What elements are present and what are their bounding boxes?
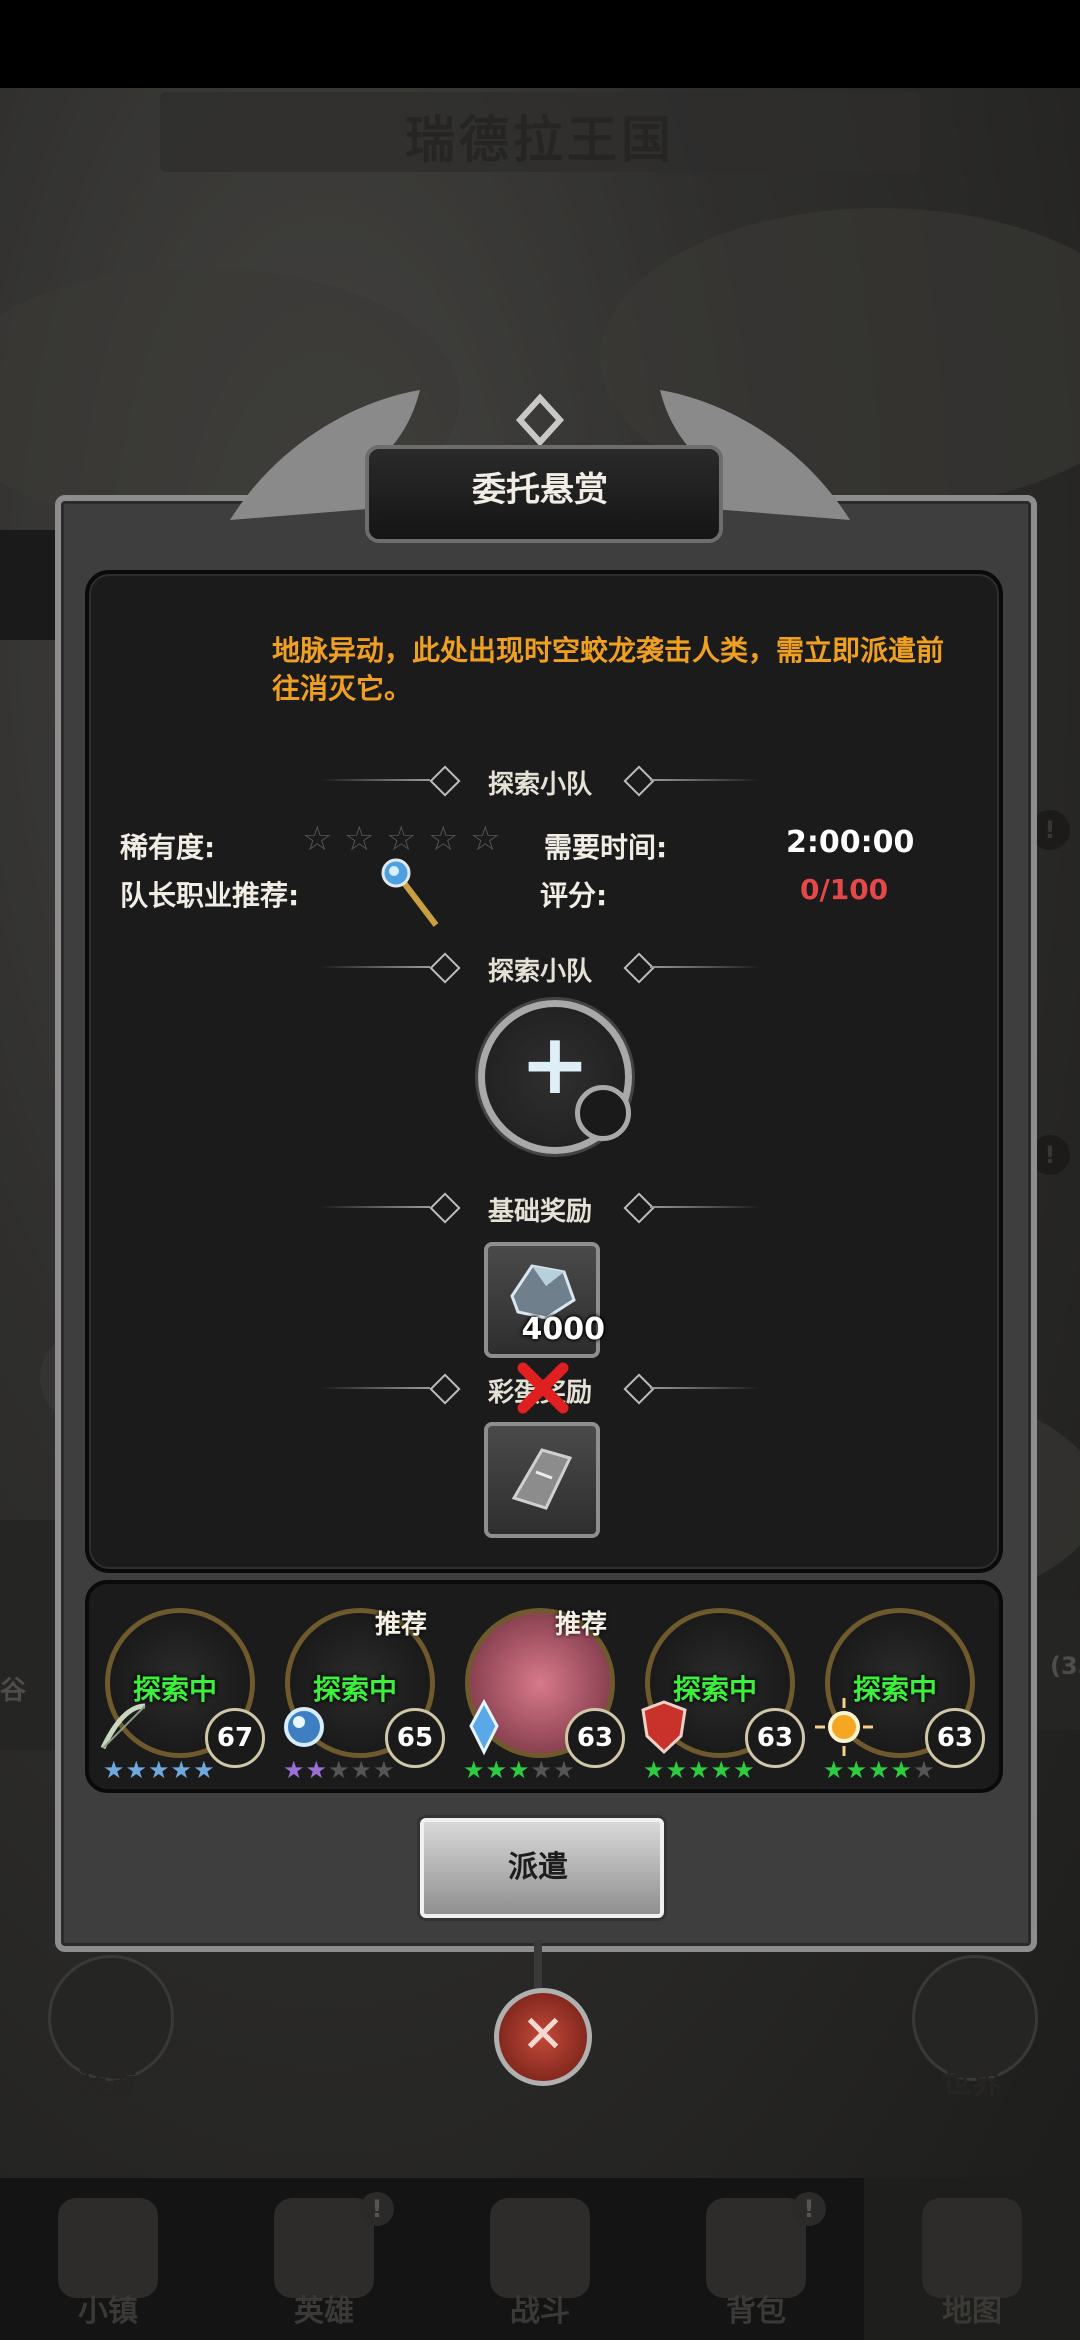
alert-badge: ! xyxy=(792,2192,826,2226)
star-icon: ☆ xyxy=(344,819,375,859)
time-value: 2:00:00 xyxy=(786,825,915,860)
hero-stars: ★★★★★ xyxy=(283,1756,396,1784)
bonus-reward-item[interactable] xyxy=(484,1422,600,1538)
dialog-title: 委托悬赏 xyxy=(472,470,608,510)
leader-class-label: 队长职业推荐: xyxy=(120,879,300,912)
section-label: 探索小队 xyxy=(487,957,592,987)
hero-card[interactable]: 推荐 探索中 65 ★★★★★ xyxy=(273,1598,445,1784)
swords-icon xyxy=(490,2198,590,2298)
hero-stars: ★★★★★ xyxy=(463,1756,576,1784)
score-value: 0/100 xyxy=(800,873,889,906)
nav-label: 战斗 xyxy=(510,2294,570,2329)
nav-town[interactable]: 小镇 xyxy=(0,2178,216,2340)
section-label: 基础奖励 xyxy=(487,1197,592,1227)
crystal-staff-icon xyxy=(453,1696,515,1758)
hero-stars: ★★★★★ xyxy=(823,1756,936,1784)
hero-card[interactable]: 探索中 67 ★★★★★ xyxy=(93,1598,265,1784)
shield-icon xyxy=(633,1696,695,1758)
star-icon: ☆ xyxy=(302,819,333,859)
close-connector xyxy=(534,1940,542,1990)
time-label: 需要时间: xyxy=(544,831,668,864)
score-label: 评分: xyxy=(540,879,608,912)
sun-icon xyxy=(813,1696,875,1758)
bag-icon xyxy=(706,2198,806,2298)
nav-battle[interactable]: 战斗 xyxy=(432,2178,648,2340)
section-header-team-info: 探索小队 xyxy=(320,760,760,800)
star-icon: ☆ xyxy=(470,819,501,859)
dispatch-label: 派遣 xyxy=(508,1850,568,1885)
staff-icon xyxy=(381,858,439,927)
hero-stars: ★★★★★ xyxy=(103,1756,216,1784)
close-button[interactable]: ✕ xyxy=(494,1988,592,2086)
nav-label: 地图 xyxy=(942,2294,1002,2329)
star-icon: ☆ xyxy=(386,819,417,859)
nav-heroes[interactable]: ! 英雄 xyxy=(216,2178,432,2340)
bounty-description: 地脉异动，此处出现时空蛟龙袭击人类，需立即派遣前往消灭它。 xyxy=(272,634,945,705)
nav-label: 小镇 xyxy=(78,2294,138,2329)
section-header-team: 探索小队 xyxy=(320,947,760,987)
rarity-label: 稀有度: xyxy=(120,831,216,864)
hero-stars: ★★★★★ xyxy=(643,1756,756,1784)
alert-badge: ! xyxy=(360,2192,394,2226)
base-reward-quantity: 4000 xyxy=(521,1312,606,1347)
hero-card[interactable]: 探索中 63 ★★★★★ xyxy=(633,1598,805,1784)
recommended-tag: 推荐 xyxy=(375,1610,428,1640)
scroll-book-icon xyxy=(511,1448,573,1510)
nav-map[interactable]: 地图 xyxy=(864,2178,1080,2340)
star-icon: ☆ xyxy=(428,819,459,859)
crossed-swords-close-icon: ✕ xyxy=(521,2005,565,2065)
nav-label: 英雄 xyxy=(294,2294,354,2329)
hero-card[interactable]: 探索中 63 ★★★★★ xyxy=(813,1598,985,1784)
slot-knob xyxy=(575,1085,631,1141)
section-label: 探索小队 xyxy=(487,770,592,800)
orb-icon xyxy=(273,1696,335,1758)
recommended-tag: 推荐 xyxy=(555,1610,608,1640)
map-icon xyxy=(922,2198,1022,2298)
hero-card[interactable]: 推荐 63 ★★★★★ xyxy=(453,1598,625,1784)
red-x-icon xyxy=(517,1362,569,1414)
town-icon xyxy=(58,2198,158,2298)
hero-icon xyxy=(274,2198,374,2298)
bow-icon xyxy=(93,1696,155,1758)
nav-label: 背包 xyxy=(726,2294,786,2329)
section-header-base-reward: 基础奖励 xyxy=(320,1187,760,1227)
nav-bag[interactable]: ! 背包 xyxy=(648,2178,864,2340)
